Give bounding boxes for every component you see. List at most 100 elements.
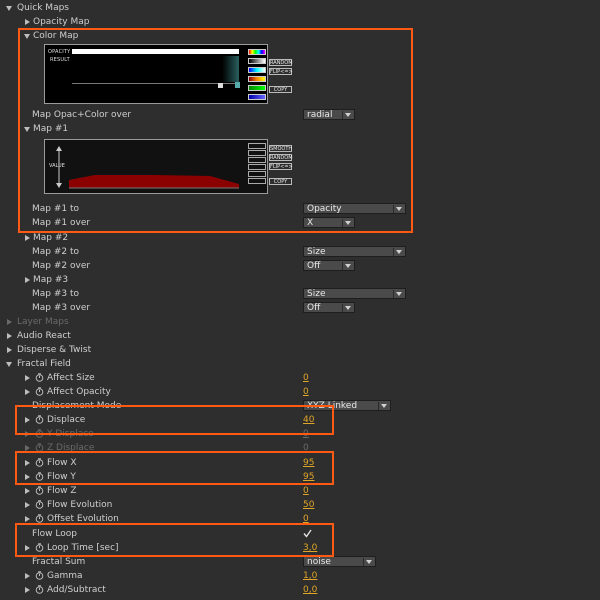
prop-value[interactable]: 0,0 <box>303 583 317 597</box>
flip-button[interactable]: FLIP<=> <box>269 163 293 170</box>
section-audio-react[interactable]: Audio React <box>0 329 600 343</box>
collapse-triangle-icon[interactable] <box>25 19 30 25</box>
opacity-bar[interactable] <box>72 49 239 54</box>
prop-label: Map #3 over <box>32 303 91 313</box>
map3-over-dropdown[interactable]: Off <box>303 302 355 313</box>
section-layer-maps[interactable]: Layer Maps <box>0 315 600 329</box>
expand-triangle-icon[interactable] <box>24 127 30 132</box>
stopwatch-icon[interactable] <box>35 415 44 424</box>
collapse-triangle-icon[interactable] <box>25 587 30 593</box>
section-map2[interactable]: Map #2 <box>0 231 600 245</box>
stopwatch-icon[interactable] <box>35 429 44 438</box>
rainbow-preset-swatch[interactable] <box>248 49 266 55</box>
collapse-triangle-icon[interactable] <box>25 545 30 551</box>
collapse-triangle-icon[interactable] <box>25 488 30 494</box>
map1-curve-graph[interactable] <box>45 140 267 193</box>
color-stop-marker[interactable] <box>235 82 240 88</box>
prop-value[interactable]: 50 <box>303 498 314 512</box>
prop-label: Loop Time [sec] <box>47 543 119 553</box>
flip-button[interactable]: FLIP<=> <box>269 68 293 75</box>
collapse-triangle-icon[interactable] <box>7 333 12 339</box>
collapse-triangle-icon[interactable] <box>25 474 30 480</box>
expand-triangle-icon[interactable] <box>24 34 30 39</box>
prop-value[interactable]: 1,0 <box>303 569 317 583</box>
grayscale-preset-swatch[interactable] <box>248 58 266 64</box>
prop-value[interactable]: 40 <box>303 413 314 427</box>
collapse-triangle-icon[interactable] <box>25 445 30 451</box>
fractal-sum-dropdown[interactable]: noise <box>303 556 376 567</box>
collapse-triangle-icon[interactable] <box>25 277 30 283</box>
map-opac-color-over-dropdown[interactable]: radial <box>303 109 355 120</box>
expand-triangle-icon[interactable] <box>6 362 12 367</box>
stopwatch-icon[interactable] <box>35 543 44 552</box>
stopwatch-icon[interactable] <box>35 373 44 382</box>
map1-over-dropdown[interactable]: X <box>303 217 355 228</box>
section-map3[interactable]: Map #3 <box>0 273 600 287</box>
collapse-triangle-icon[interactable] <box>7 347 12 353</box>
prop-flow-loop: Flow Loop <box>0 527 600 541</box>
displacement-mode-dropdown[interactable]: XYZ Linked <box>303 400 391 411</box>
fire-preset-swatch[interactable] <box>248 76 266 82</box>
expand-triangle-icon[interactable] <box>6 6 12 11</box>
collapse-triangle-icon[interactable] <box>25 502 30 508</box>
prop-value[interactable]: 0 <box>303 371 309 385</box>
collapse-triangle-icon[interactable] <box>25 375 30 381</box>
collapse-triangle-icon[interactable] <box>25 389 30 395</box>
stopwatch-icon[interactable] <box>35 458 44 467</box>
collapse-triangle-icon[interactable] <box>25 460 30 466</box>
map1-to-dropdown[interactable]: Opacity <box>303 203 406 214</box>
stopwatch-icon[interactable] <box>35 571 44 580</box>
green-preset-swatch[interactable] <box>248 85 266 91</box>
prop-value[interactable]: 95 <box>303 456 314 470</box>
result-gradient[interactable] <box>72 56 239 82</box>
prop-value[interactable]: 0 <box>303 385 309 399</box>
map3-to-dropdown[interactable]: Size <box>303 288 406 299</box>
copy-button[interactable]: COPY <box>269 178 292 185</box>
prop-label: Flow X <box>47 458 77 468</box>
section-opacity-map[interactable]: Opacity Map <box>0 15 600 29</box>
section-disperse-twist[interactable]: Disperse & Twist <box>0 343 600 357</box>
stopwatch-icon[interactable] <box>35 486 44 495</box>
map1-curve-fill[interactable] <box>69 175 239 188</box>
stopwatch-icon[interactable] <box>35 443 44 452</box>
map2-over-dropdown[interactable]: Off <box>303 260 355 271</box>
collapse-triangle-icon[interactable] <box>25 235 30 241</box>
prop-label: Map #1 to <box>32 204 80 214</box>
prop-label: Gamma <box>47 571 83 581</box>
copy-button[interactable]: COPY <box>269 86 292 93</box>
prop-value[interactable]: 0 <box>303 427 309 441</box>
map1-curve-editor[interactable]: VALUE <box>44 139 268 194</box>
prop-value[interactable]: 95 <box>303 470 314 484</box>
prop-value[interactable]: 3,0 <box>303 541 317 555</box>
section-quick-maps[interactable]: Quick Maps <box>0 1 600 15</box>
chevron-down-icon <box>396 250 402 254</box>
curve-presets[interactable] <box>248 143 266 191</box>
stopwatch-icon[interactable] <box>35 500 44 509</box>
navy-preset-swatch[interactable] <box>248 94 266 100</box>
section-color-map[interactable]: Color Map <box>0 29 600 43</box>
random-button[interactable]: RANDOM <box>269 59 293 66</box>
collapse-triangle-icon[interactable] <box>25 417 30 423</box>
prop-displacement-mode: Displacement Mode XYZ Linked <box>0 399 600 413</box>
prop-value[interactable]: 0 <box>303 441 309 455</box>
stopwatch-icon[interactable] <box>35 585 44 594</box>
section-map1[interactable]: Map #1 <box>0 122 600 136</box>
prop-value[interactable]: 0 <box>303 512 309 526</box>
map2-to-dropdown[interactable]: Size <box>303 246 406 257</box>
stopwatch-icon[interactable] <box>35 472 44 481</box>
blue-preset-swatch[interactable] <box>248 67 266 73</box>
collapse-triangle-icon[interactable] <box>7 319 12 325</box>
color-map-editor[interactable]: OPACITY RESULT <box>44 44 268 104</box>
collapse-triangle-icon[interactable] <box>25 431 30 437</box>
collapse-triangle-icon[interactable] <box>25 573 30 579</box>
stopwatch-icon[interactable] <box>35 387 44 396</box>
section-fractal-field[interactable]: Fractal Field <box>0 357 600 371</box>
color-stop-marker[interactable] <box>218 83 223 88</box>
smooth-button[interactable]: SMOOTH <box>269 145 292 152</box>
prop-value[interactable]: 0 <box>303 484 309 498</box>
collapse-triangle-icon[interactable] <box>25 516 30 522</box>
random-button[interactable]: RANDOM <box>269 154 293 161</box>
prop-loop-time: Loop Time [sec] 3,0 <box>0 541 600 555</box>
flow-loop-checkbox[interactable] <box>303 529 312 538</box>
stopwatch-icon[interactable] <box>35 514 44 523</box>
